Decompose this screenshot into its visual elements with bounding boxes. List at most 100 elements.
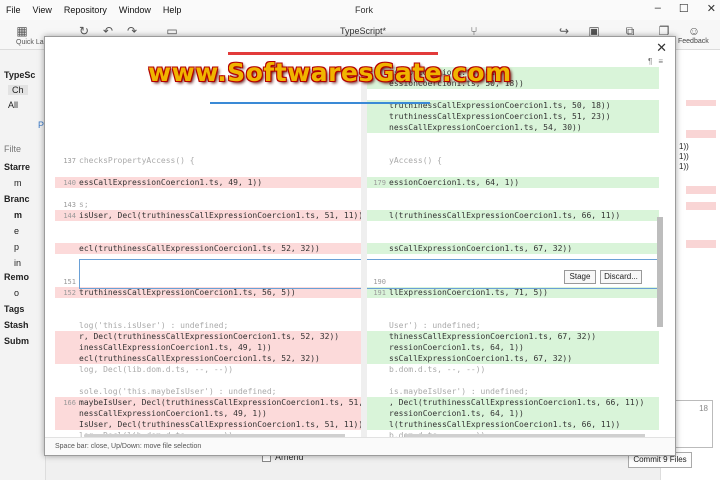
- diff-line[interactable]: l(truthinessCallExpressionCoercion1.ts, …: [365, 210, 659, 221]
- diff-pane-right[interactable]: essionCoercion1.ts, 51, 2 essionCoercion1…: [365, 67, 659, 437]
- diff-line[interactable]: [55, 221, 361, 232]
- diff-pane-left[interactable]: 137 checksPropertyAccess() { 140 essCallExp…: [55, 67, 361, 437]
- diff-line[interactable]: ressionCoercion1.ts, 64, 1)): [365, 342, 659, 353]
- diff-line[interactable]: log, Decl(lib.dom.d.ts, --, --)): [55, 364, 361, 375]
- diff-line[interactable]: ssCallExpressionCoercion1.ts, 67, 32)): [365, 243, 659, 254]
- diff-marker: [686, 100, 716, 106]
- diff-line[interactable]: [55, 122, 361, 133]
- diff-line[interactable]: sole.log('this.maybeIsUser') : undefined…: [55, 386, 361, 397]
- sidebar-item-branch-e[interactable]: e: [14, 226, 19, 236]
- code-text: ressionCoercion1.ts, 64, 1)): [389, 343, 524, 352]
- diff-line[interactable]: thinessCallExpressionCoercion1.ts, 67, 3…: [365, 331, 659, 342]
- vertical-scrollbar-thumb[interactable]: [657, 217, 663, 327]
- diff-line[interactable]: [55, 133, 361, 144]
- center-scrollbar[interactable]: [361, 67, 367, 437]
- repository-name[interactable]: TypeScript*: [340, 26, 386, 36]
- menu-file[interactable]: File: [0, 5, 27, 15]
- sidebar-item-starred-branch[interactable]: m: [14, 178, 22, 188]
- diff-line[interactable]: [365, 232, 659, 243]
- sidebar-section-tags[interactable]: Tags: [4, 304, 24, 314]
- diff-line[interactable]: ressionCoercion1.ts, 64, 1)): [365, 408, 659, 419]
- stage-button[interactable]: Stage: [564, 270, 596, 284]
- diff-line[interactable]: [55, 188, 361, 199]
- diff-line[interactable]: ecl(truthinessCallExpressionCoercion1.ts…: [55, 353, 361, 364]
- diff-line[interactable]: User') : undefined;: [365, 320, 659, 331]
- code-text: , Decl(truthinessCallExpressionCoercion1…: [389, 398, 645, 407]
- minimize-button[interactable]: –: [655, 2, 661, 15]
- diff-line[interactable]: [365, 298, 659, 309]
- whitespace-icon[interactable]: ¶: [648, 57, 652, 66]
- diff-line[interactable]: log('this.isUser') : undefined;: [55, 320, 361, 331]
- diff-line[interactable]: [55, 232, 361, 243]
- diff-line[interactable]: l(truthinessCallExpressionCoercion1.ts, …: [365, 419, 659, 430]
- diff-line[interactable]: 179 essionCoercion1.ts, 64, 1)): [365, 177, 659, 188]
- diff-line[interactable]: [365, 188, 659, 199]
- diff-line[interactable]: 143 s;: [55, 199, 361, 210]
- diff-line[interactable]: , Decl(truthinessCallExpressionCoercion1…: [365, 397, 659, 408]
- feedback-label[interactable]: Feedback: [678, 38, 709, 45]
- diff-line[interactable]: [365, 89, 659, 100]
- diff-line[interactable]: r, Decl(truthinessCallExpressionCoercion…: [55, 331, 361, 342]
- diff-line[interactable]: nessCallExpressionCoercion1.ts, 54, 30)): [365, 122, 659, 133]
- discard-button[interactable]: Discard...: [600, 270, 642, 284]
- code-text: essionCoercion1.ts, 64, 1)): [389, 178, 520, 187]
- sidebar-filter-input[interactable]: Filte: [4, 144, 21, 154]
- line-number: 137: [63, 157, 76, 165]
- diff-line[interactable]: truthinessCallExpressionCoercion1.ts, 51…: [365, 111, 659, 122]
- diff-line[interactable]: inessCallExpressionCoercion1.ts, 49, 1)): [55, 342, 361, 353]
- quick-launch-icon[interactable]: ▦: [14, 24, 30, 38]
- status-bar: Space bar: close, Up/Down: move file sel…: [45, 437, 675, 455]
- diff-line[interactable]: 166 maybeIsUser, Decl(truthinessCallExpre…: [55, 397, 361, 408]
- code-text: truthinessCallExpressionCoercion1.ts, 51…: [389, 112, 611, 121]
- diff-line[interactable]: yAccess() {: [365, 155, 659, 166]
- sidebar-item-branch-m[interactable]: m: [14, 210, 22, 220]
- diff-line[interactable]: [55, 89, 361, 100]
- sidebar-section-remotes[interactable]: Remo: [4, 272, 29, 282]
- diff-line[interactable]: [365, 144, 659, 155]
- diff-line[interactable]: [55, 144, 361, 155]
- diff-line[interactable]: [55, 111, 361, 122]
- sidebar-section-branches[interactable]: Branc: [4, 194, 30, 204]
- layout-icon[interactable]: ≡: [658, 57, 663, 66]
- close-window-button[interactable]: ✕: [707, 2, 716, 15]
- close-icon[interactable]: ✕: [656, 40, 667, 56]
- diff-line[interactable]: [55, 309, 361, 320]
- menu-help[interactable]: Help: [157, 5, 188, 15]
- code-text: s;: [79, 200, 89, 209]
- diff-line[interactable]: [365, 309, 659, 320]
- maximize-button[interactable]: ☐: [679, 2, 689, 15]
- sidebar-item-branch-in[interactable]: in: [14, 258, 21, 268]
- diff-line[interactable]: [365, 221, 659, 232]
- diff-line[interactable]: [365, 133, 659, 144]
- menu-window[interactable]: Window: [113, 5, 157, 15]
- smiley-icon[interactable]: ☺: [686, 24, 702, 38]
- diff-line[interactable]: ssCallExpressionCoercion1.ts, 67, 32)): [365, 353, 659, 364]
- sidebar-section-stashes[interactable]: Stash: [4, 320, 29, 330]
- sidebar-item-all-commits[interactable]: All: [8, 100, 18, 110]
- diff-line[interactable]: 140 essCallExpressionCoercion1.ts, 49, 1)…: [55, 177, 361, 188]
- diff-line[interactable]: 137 checksPropertyAccess() {: [55, 155, 361, 166]
- sidebar-section-starred[interactable]: Starre: [4, 162, 30, 172]
- sidebar-item-branch-p[interactable]: p: [14, 242, 19, 252]
- sidebar-item-origin[interactable]: o: [14, 288, 19, 298]
- diff-line[interactable]: [55, 298, 361, 309]
- diff-line[interactable]: [365, 199, 659, 210]
- diff-line[interactable]: b.dom.d.ts, --, --)): [365, 364, 659, 375]
- menu-view[interactable]: View: [27, 5, 58, 15]
- diff-snippet: 1)): [679, 162, 689, 171]
- window-controls: – ☐ ✕: [655, 2, 716, 15]
- diff-line[interactable]: [365, 375, 659, 386]
- diff-line[interactable]: 144 isUser, Decl(truthinessCallExpression…: [55, 210, 361, 221]
- diff-line[interactable]: ecl(truthinessCallExpressionCoercion1.ts…: [55, 243, 361, 254]
- diff-line[interactable]: is.maybeIsUser') : undefined;: [365, 386, 659, 397]
- diff-line[interactable]: [365, 166, 659, 177]
- sidebar-section-submodules[interactable]: Subm: [4, 336, 29, 346]
- code-text: isUser, Decl(truthinessCallExpressionCoe…: [79, 211, 361, 220]
- sidebar-item-changes[interactable]: Ch: [8, 85, 28, 95]
- menu-repository[interactable]: Repository: [58, 5, 113, 15]
- diff-line[interactable]: nessCallExpressionCoercion1.ts, 49, 1)): [55, 408, 361, 419]
- diff-line[interactable]: IsUser, Decl(truthinessCallExpressionCoe…: [55, 419, 361, 430]
- diff-line[interactable]: [55, 166, 361, 177]
- diff-line[interactable]: [55, 375, 361, 386]
- code-text: llExpressionCoercion1.ts, 71, 5)): [389, 288, 548, 297]
